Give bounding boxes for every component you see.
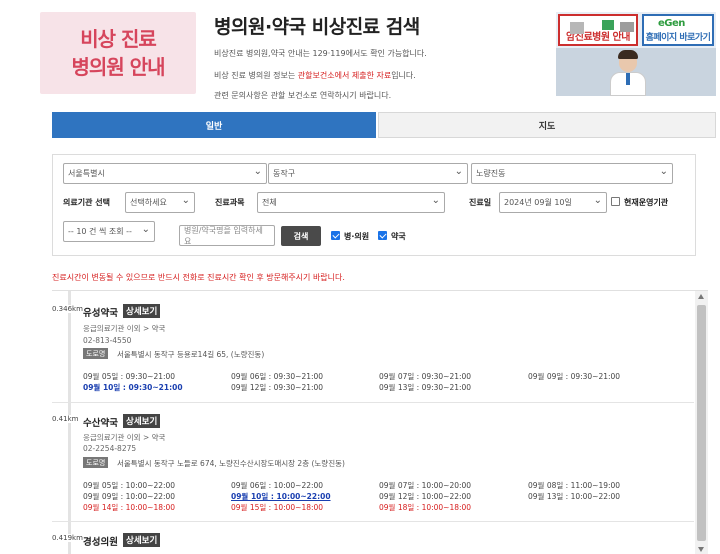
search-button[interactable]: 검색 xyxy=(281,226,321,246)
result-distance: 0.419km xyxy=(52,534,83,542)
result-phone: 02-813-4550 xyxy=(83,336,132,345)
result-name: 수산약국 xyxy=(83,418,118,429)
result-type: 응급의료기관 이외 > 약국 xyxy=(83,433,166,442)
tab-map[interactable]: 지도 xyxy=(378,112,716,138)
ambulance-icon xyxy=(620,22,634,32)
hours-item-holiday: 09월 15일 : 10:00~18:00 xyxy=(231,503,324,512)
homepage-link[interactable]: eGen 홈페이지 바로가기 xyxy=(642,14,714,46)
logo-line1: 비상 진료 xyxy=(80,27,157,51)
dept-label: 진료과목 xyxy=(215,198,245,207)
date-picker[interactable]: 2024년 09월 10일 xyxy=(499,192,607,213)
dept-select[interactable]: 전체 xyxy=(257,192,445,213)
scroll-thumb[interactable] xyxy=(697,305,706,541)
result-phone: 02-2254-8275 xyxy=(83,444,137,453)
result-distance: 0.346km xyxy=(52,305,83,313)
org-label: 의료기관 선택 xyxy=(63,198,110,207)
result-address: 서울특별시 동작구 노들로 674, 노량진수산시장도매시장 2층 (노량진동) xyxy=(117,459,345,468)
detail-button[interactable]: 상세보기 xyxy=(123,304,161,318)
side-banner: 암진료병원 안내 eGen 홈페이지 바로가기 xyxy=(556,12,716,96)
result-type: 응급의료기관 이외 > 약국 xyxy=(83,324,166,333)
hours-item-holiday: 09월 18일 : 10:00~18:00 xyxy=(379,503,472,512)
result-distance: 0.41km xyxy=(52,415,79,423)
result-address: 서울특별시 동작구 등용로14길 65, (노량진동) xyxy=(117,350,265,359)
open-now-label: 현재운영기관 xyxy=(624,198,669,207)
detail-button[interactable]: 상세보기 xyxy=(123,414,161,428)
result-name: 경성의원 xyxy=(83,537,118,548)
tab-general[interactable]: 일반 xyxy=(52,112,376,138)
description-line2: 비상 진료 병의원 정보는 관할보건소에서 제출한 자료입니다. xyxy=(214,71,416,80)
pharmacy-checkbox[interactable] xyxy=(378,231,387,240)
date-label: 진료일 xyxy=(469,198,492,207)
hours-item: 09월 09일 : 09:30~21:00 xyxy=(528,372,621,381)
hours-item: 09월 06일 : 10:00~22:00 xyxy=(231,481,324,490)
hours-item: 09월 09일 : 10:00~22:00 xyxy=(83,492,176,501)
hours-item: 09월 06일 : 09:30~21:00 xyxy=(231,372,324,381)
description-line3: 관련 문의사항은 관할 보건소로 연락하시기 바랍니다. xyxy=(214,91,392,100)
results-list[interactable]: 0.346km 유성약국 상세보기 응급의료기관 이외 > 약국 02-813-… xyxy=(52,290,708,554)
divider xyxy=(52,402,694,403)
district-select[interactable]: 동작구 xyxy=(268,163,468,184)
detail-button[interactable]: 상세보기 xyxy=(123,533,161,547)
description-line1: 비상진료 병의원,약국 안내는 129·119에서도 확인 가능합니다. xyxy=(214,49,427,58)
health-center-link-text: 관할보건소에서 제출한 자료 xyxy=(297,71,392,80)
scroll-up-arrow-icon[interactable] xyxy=(698,294,704,299)
hours-item-holiday: 09월 14일 : 10:00~18:00 xyxy=(83,503,176,512)
notice-text: 진료시간이 변동될 수 있으므로 반드시 전화로 진료시간 확인 후 방문해주시… xyxy=(52,273,345,282)
logo-line2: 병의원 안내 xyxy=(71,55,166,79)
hours-item: 09월 13일 : 09:30~21:00 xyxy=(379,383,472,392)
search-panel: 서울특별시 동작구 노량진동 의료기관 선택 선택하세요 진료과목 전체 진료일… xyxy=(52,154,696,256)
hours-item: 09월 05일 : 10:00~22:00 xyxy=(83,481,176,490)
result-name: 유성약국 xyxy=(83,308,118,319)
dong-select[interactable]: 노량진동 xyxy=(471,163,673,184)
pharmacy-icon xyxy=(602,20,614,30)
address-badge: 도로명 xyxy=(83,457,109,468)
doctor-image xyxy=(608,48,648,96)
pharmacy-checkbox-label: 약국 xyxy=(391,232,406,241)
hospital-checkbox-label: 병·의원 xyxy=(344,232,370,241)
hours-item-today: 09월 10일 : 09:30~21:00 xyxy=(83,383,183,392)
hours-item: 09월 12일 : 09:30~21:00 xyxy=(231,383,324,392)
hospital-checkbox[interactable] xyxy=(331,231,340,240)
hours-item: 09월 05일 : 09:30~21:00 xyxy=(83,372,176,381)
scroll-down-arrow-icon[interactable] xyxy=(698,547,704,552)
scrollbar[interactable] xyxy=(695,291,708,554)
city-select[interactable]: 서울특별시 xyxy=(63,163,267,184)
hours-item-today: 09월 10일 : 10:00~22:00 xyxy=(231,492,331,501)
page-size-select[interactable]: -- 10 건 씩 조회 -- xyxy=(63,221,155,242)
hospital-icon xyxy=(570,22,584,34)
hours-item: 09월 12일 : 10:00~22:00 xyxy=(379,492,472,501)
egen-logo: eGen xyxy=(658,18,685,29)
address-badge: 도로명 xyxy=(83,348,109,359)
hours-item: 09월 07일 : 09:30~21:00 xyxy=(379,372,472,381)
hours-item: 09월 08일 : 11:00~19:00 xyxy=(528,481,621,490)
open-now-checkbox[interactable] xyxy=(611,197,620,206)
emergency-logo: 비상 진료 병의원 안내 xyxy=(40,12,196,94)
hours-item: 09월 13일 : 10:00~22:00 xyxy=(528,492,621,501)
name-search-input[interactable]: 병원/약국명을 입력하세요 xyxy=(179,225,275,246)
cancer-hospital-link[interactable]: 암진료병원 안내 xyxy=(558,14,638,46)
page-title: 병의원·약국 비상진료 검색 xyxy=(214,16,420,38)
org-select[interactable]: 선택하세요 xyxy=(125,192,195,213)
hours-item: 09월 07일 : 10:00~20:00 xyxy=(379,481,472,490)
divider xyxy=(52,521,694,522)
